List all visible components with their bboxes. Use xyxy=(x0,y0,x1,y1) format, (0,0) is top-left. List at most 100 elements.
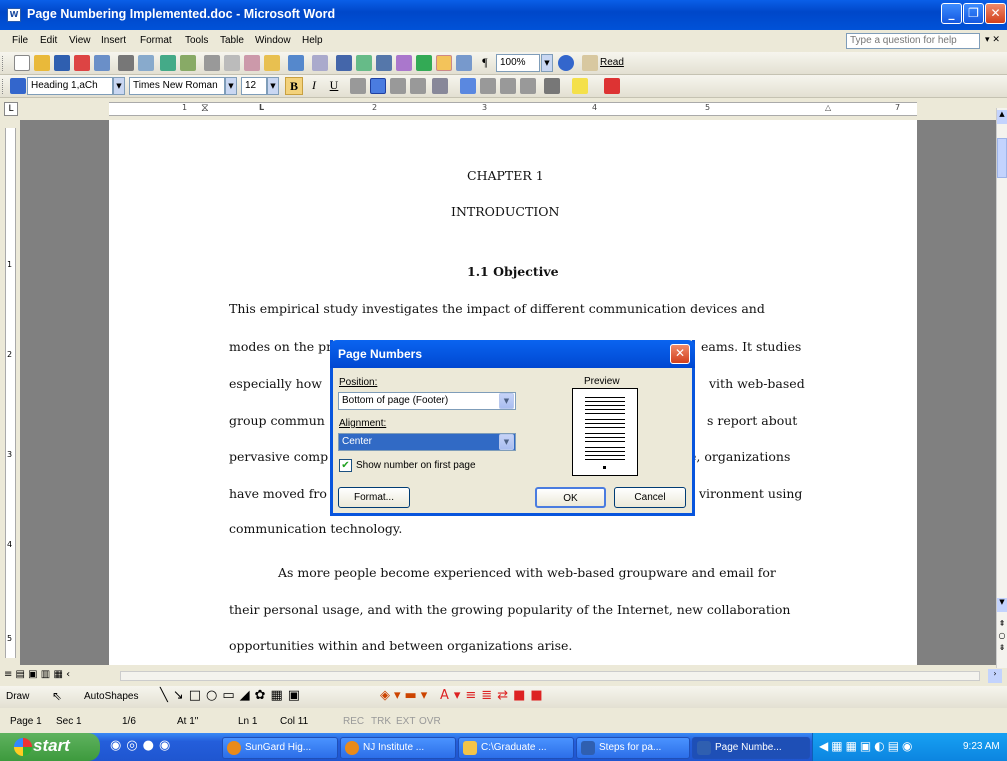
hyperlink-icon[interactable] xyxy=(336,55,352,71)
font-dropdown-icon[interactable]: ▼ xyxy=(225,77,237,95)
indent-marker-icon[interactable]: ⧖ xyxy=(201,101,209,115)
highlight-icon[interactable] xyxy=(572,78,588,94)
status-trk[interactable]: TRK xyxy=(371,716,391,727)
scroll-right-icon[interactable]: › xyxy=(988,669,1002,683)
help-icon[interactable] xyxy=(558,55,574,71)
status-ovr[interactable]: OVR xyxy=(419,716,441,727)
align-left-icon[interactable] xyxy=(350,78,366,94)
bullets-icon[interactable] xyxy=(480,78,496,94)
menu-insert[interactable]: Insert xyxy=(101,35,126,46)
print-icon[interactable] xyxy=(118,55,134,71)
align-right-icon[interactable] xyxy=(390,78,406,94)
read-mode-icon[interactable] xyxy=(582,55,598,71)
permission-icon[interactable] xyxy=(74,55,90,71)
h-scroll-track[interactable] xyxy=(120,671,980,681)
position-select[interactable]: Bottom of page (Footer) xyxy=(338,392,516,410)
status-rec[interactable]: REC xyxy=(343,716,364,727)
close-button[interactable]: ✕ xyxy=(985,3,1006,24)
italic-button[interactable]: I xyxy=(305,77,323,95)
task-item[interactable]: SunGard Hig... xyxy=(222,737,338,759)
drawing-icon[interactable] xyxy=(436,55,452,71)
format-button[interactable]: Format... xyxy=(338,487,410,508)
zoom-input[interactable]: 100% xyxy=(496,54,540,72)
draw-menu[interactable]: Draw xyxy=(6,691,29,702)
style-input[interactable]: Heading 1,aCh xyxy=(27,77,113,95)
word-app-icon[interactable]: W xyxy=(7,8,21,22)
format-painter-icon[interactable] xyxy=(264,55,280,71)
fill-color-icon[interactable]: ◈▾▬▾ xyxy=(380,688,431,703)
alignment-dropdown-icon[interactable]: ▼ xyxy=(499,434,514,450)
save-icon[interactable] xyxy=(54,55,70,71)
menu-view[interactable]: View xyxy=(69,35,91,46)
read-button[interactable]: Read xyxy=(600,57,624,68)
ok-button[interactable]: OK xyxy=(535,487,606,508)
menu-window[interactable]: Window xyxy=(255,35,291,46)
task-item[interactable]: C:\Graduate ... xyxy=(458,737,574,759)
styles-formatting-icon[interactable] xyxy=(10,78,26,94)
font-size-input[interactable]: 12 xyxy=(241,77,267,95)
right-indent-icon[interactable]: △ xyxy=(825,103,831,112)
browse-object-icon[interactable]: ⇞ ○ ⇟ xyxy=(997,618,1007,658)
research-icon[interactable] xyxy=(180,55,196,71)
menu-file[interactable]: File xyxy=(12,35,28,46)
scroll-down-icon[interactable]: ▼ xyxy=(997,598,1007,612)
line-spacing-icon[interactable] xyxy=(432,78,448,94)
zoom-dropdown-icon[interactable]: ▼ xyxy=(541,54,553,72)
insert-excel-icon[interactable] xyxy=(396,55,412,71)
minimize-button[interactable]: _ xyxy=(941,3,962,24)
toolbar-grip-2[interactable] xyxy=(2,79,5,94)
cut-icon[interactable] xyxy=(204,55,220,71)
task-item-active[interactable]: Page Numbe... xyxy=(692,737,810,759)
menu-help[interactable]: Help xyxy=(302,35,323,46)
paste-icon[interactable] xyxy=(244,55,260,71)
copy-icon[interactable] xyxy=(224,55,240,71)
menu-edit[interactable]: Edit xyxy=(40,35,57,46)
quick-launch-icon[interactable]: ◉◎●◉ xyxy=(110,738,175,753)
tray-icons[interactable]: ◀▦▦▣◐▤◉ xyxy=(819,739,916,753)
redo-icon[interactable] xyxy=(312,55,328,71)
borders-icon[interactable] xyxy=(544,78,560,94)
insert-table-icon[interactable] xyxy=(376,55,392,71)
status-ext[interactable]: EXT xyxy=(396,716,415,727)
bold-button[interactable]: B xyxy=(285,77,303,95)
decrease-indent-icon[interactable] xyxy=(500,78,516,94)
align-center-icon[interactable] xyxy=(370,78,386,94)
style-dropdown-icon[interactable]: ▼ xyxy=(113,77,125,95)
font-input[interactable]: Times New Roman xyxy=(129,77,225,95)
new-icon[interactable] xyxy=(14,55,30,71)
spelling-icon[interactable] xyxy=(160,55,176,71)
numbering-icon[interactable] xyxy=(460,78,476,94)
vertical-ruler[interactable]: 1 2 3 4 5 xyxy=(0,120,20,665)
columns-icon[interactable] xyxy=(416,55,432,71)
menu-table[interactable]: Table xyxy=(220,35,244,46)
scroll-thumb[interactable] xyxy=(997,138,1007,178)
show-hide-icon[interactable]: ¶ xyxy=(476,54,494,72)
undo-icon[interactable] xyxy=(288,55,304,71)
dialog-close-button[interactable]: ✕ xyxy=(670,344,690,364)
restore-button[interactable]: ❐ xyxy=(963,3,984,24)
position-dropdown-icon[interactable]: ▼ xyxy=(499,393,514,409)
menu-format[interactable]: Format xyxy=(140,35,172,46)
justify-icon[interactable] xyxy=(410,78,426,94)
toolbar-grip[interactable] xyxy=(2,56,5,71)
increase-indent-icon[interactable] xyxy=(520,78,536,94)
email-icon[interactable] xyxy=(94,55,110,71)
open-icon[interactable] xyxy=(34,55,50,71)
help-dropdown-icon[interactable]: ▾ ✕ xyxy=(985,35,1000,45)
document-map-icon[interactable] xyxy=(456,55,472,71)
font-size-dropdown-icon[interactable]: ▼ xyxy=(267,77,279,95)
vertical-scrollbar[interactable]: ▲ ▼ ⇞ ○ ⇟ xyxy=(996,108,1007,668)
horizontal-scrollbar[interactable]: ≡ ▤ ▣ ▥ ▦ ‹ › xyxy=(0,668,1007,684)
underline-button[interactable]: U xyxy=(325,77,343,95)
help-search-input[interactable]: Type a question for help xyxy=(846,33,980,49)
text-color-icon[interactable]: A▾≡≣⇄■■ xyxy=(440,688,548,703)
alignment-select[interactable]: Center xyxy=(338,433,516,451)
select-objects-icon[interactable]: ⇖ xyxy=(52,689,62,703)
autoshapes-menu[interactable]: AutoShapes xyxy=(84,691,139,702)
cancel-button[interactable]: Cancel xyxy=(614,487,686,508)
scroll-up-icon[interactable]: ▲ xyxy=(997,110,1007,124)
task-item[interactable]: NJ Institute ... xyxy=(340,737,456,759)
tables-borders-icon[interactable] xyxy=(356,55,372,71)
tab-stop-icon[interactable]: L xyxy=(259,103,264,112)
tab-selector-icon[interactable]: L xyxy=(4,102,18,116)
